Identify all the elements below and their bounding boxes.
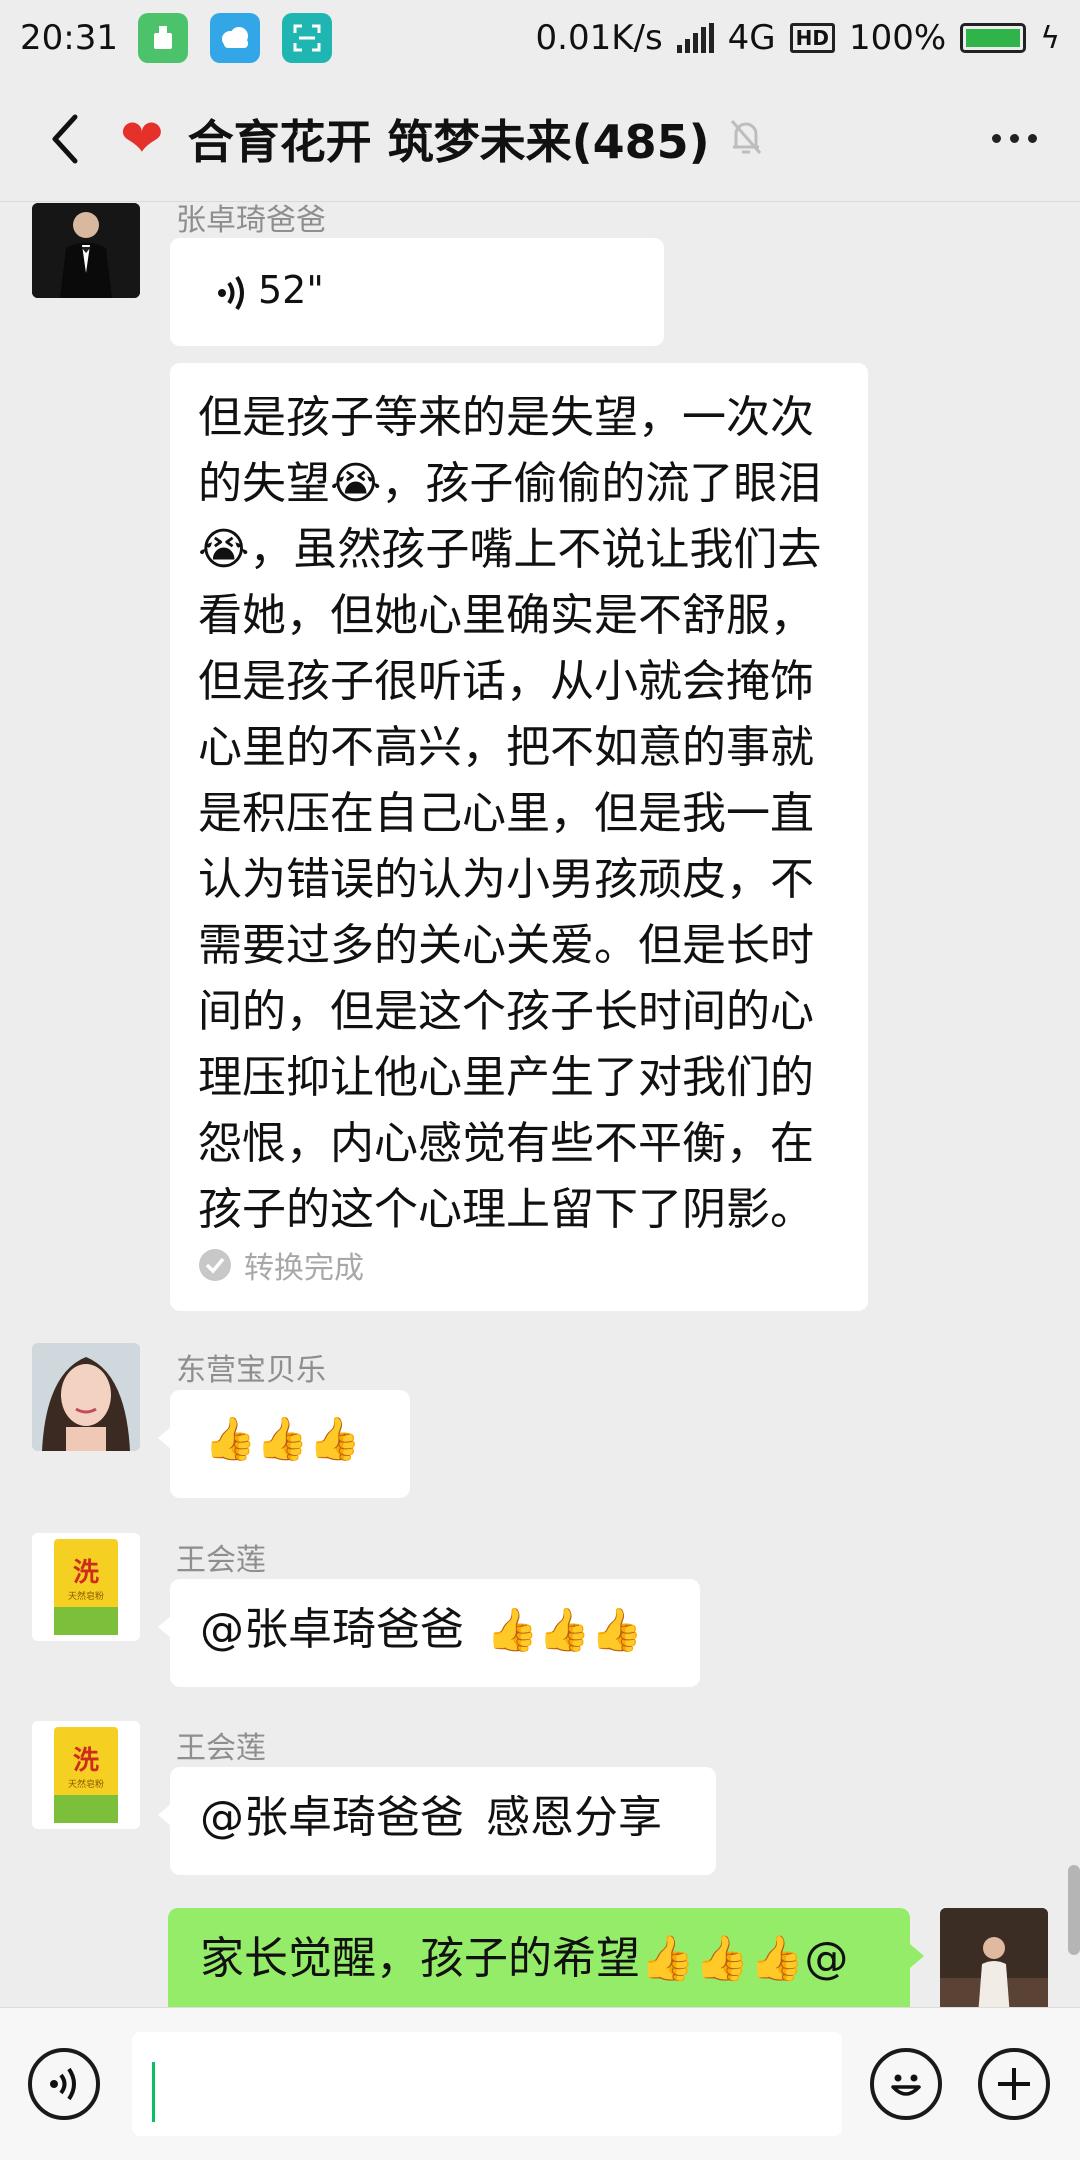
signal-icon <box>676 23 714 53</box>
svg-text:洗: 洗 <box>73 1558 99 1588</box>
heart-icon: ❤ <box>120 108 164 169</box>
mute-bell-icon <box>728 117 764 161</box>
network-type: 4G <box>727 18 776 58</box>
avatar-zhang[interactable] <box>32 203 140 298</box>
svg-text:洗: 洗 <box>73 1746 99 1776</box>
scroll-indicator[interactable] <box>1068 1865 1080 1955</box>
message-bubble[interactable]: @张卓琦爸爸 👍👍👍 <box>158 1579 700 1687</box>
avatar-dongying[interactable] <box>32 1343 140 1451</box>
mention-text[interactable]: @张卓琦爸爸 <box>200 1604 464 1655</box>
avatar-self[interactable] <box>940 1908 1048 2007</box>
more-actions-button[interactable] <box>978 2048 1050 2120</box>
back-button[interactable] <box>20 94 110 184</box>
check-circle-icon <box>199 1249 231 1281</box>
voice-duration: 52" <box>258 268 324 312</box>
charging-icon: ϟ <box>1040 20 1060 56</box>
weather-app-icon <box>209 13 260 63</box>
transcript-status-label: 转换完成 <box>244 1251 364 1286</box>
svg-text:天然皂粉: 天然皂粉 <box>68 1778 104 1790</box>
chat-screen: 20:31 0.01K/s 4G HD 100% ϟ ❤ 合育花开 筑梦未来(4… <box>0 0 1080 2160</box>
chat-header: ❤ 合育花开 筑梦未来(485) <box>0 76 1080 202</box>
voice-wave-icon <box>218 275 244 311</box>
voice-input-button[interactable] <box>28 2048 100 2120</box>
text-caret <box>152 2062 155 2122</box>
sender-name: 东营宝贝乐 <box>176 1353 326 1388</box>
battery-percent: 100% <box>849 18 947 58</box>
dot-icon <box>1009 134 1019 143</box>
sender-name: 王会莲 <box>176 1543 266 1578</box>
battery-icon <box>960 23 1027 53</box>
scan-app-icon <box>281 13 332 63</box>
hd-badge: HD <box>789 23 835 53</box>
message-list[interactable]: 张卓琦爸爸 52" 但是孩子等来的是失望，一次次的失望😭，孩子偷偷的流了眼泪😭，… <box>0 203 1080 2007</box>
chevron-left-icon <box>52 114 78 163</box>
transcript-status: 转换完成 <box>198 1243 364 1287</box>
message-bubble[interactable]: @张卓琦爸爸 感恩分享 <box>158 1767 716 1875</box>
emoji-button[interactable] <box>870 2048 942 2120</box>
message-bubble[interactable]: 👍👍👍 <box>158 1390 410 1498</box>
message-text: 👍👍👍 <box>204 1414 361 1463</box>
sender-name: 王会莲 <box>176 1731 266 1766</box>
avatar-wang[interactable]: 洗 天然皂粉 <box>32 1721 140 1829</box>
transcript-text: 但是孩子等来的是失望，一次次的失望😭，孩子偷偷的流了眼泪😭，虽然孩子嘴上不说让我… <box>198 392 822 1235</box>
network-speed: 0.01K/s <box>535 18 663 58</box>
sender-name: 张卓琦爸爸 <box>176 203 326 238</box>
status-bar: 20:31 0.01K/s 4G HD 100% ϟ <box>0 0 1080 76</box>
group-title: 合育花开 筑梦未来(485) <box>187 114 710 169</box>
voice-wave-icon <box>50 2067 76 2101</box>
smiley-icon <box>891 2074 921 2096</box>
dot-icon <box>1027 134 1037 143</box>
dot-icon <box>991 134 1001 143</box>
message-text: 👍👍👍 <box>486 1605 643 1654</box>
svg-text:天然皂粉: 天然皂粉 <box>68 1590 104 1602</box>
message-text: 感恩分享 <box>486 1792 662 1843</box>
plus-icon <box>998 2068 1030 2100</box>
mention-text[interactable]: @张卓琦爸爸 <box>200 1792 464 1843</box>
input-bar <box>0 2007 1080 2160</box>
more-button[interactable] <box>984 109 1044 169</box>
cleaner-app-icon <box>137 13 188 63</box>
transcript-bubble[interactable]: 但是孩子等来的是失望，一次次的失望😭，孩子偷偷的流了眼泪😭，虽然孩子嘴上不说让我… <box>170 363 868 1311</box>
self-message-bubble[interactable]: 家长觉醒，孩子的希望👍👍👍@ <box>168 1908 924 2007</box>
message-text: 家长觉醒，孩子的希望👍👍👍@ <box>200 1933 849 1984</box>
message-input[interactable] <box>132 2032 842 2136</box>
status-time: 20:31 <box>20 18 118 58</box>
avatar-wang[interactable]: 洗 天然皂粉 <box>32 1533 140 1641</box>
voice-message-bubble[interactable]: 52" <box>170 238 664 346</box>
